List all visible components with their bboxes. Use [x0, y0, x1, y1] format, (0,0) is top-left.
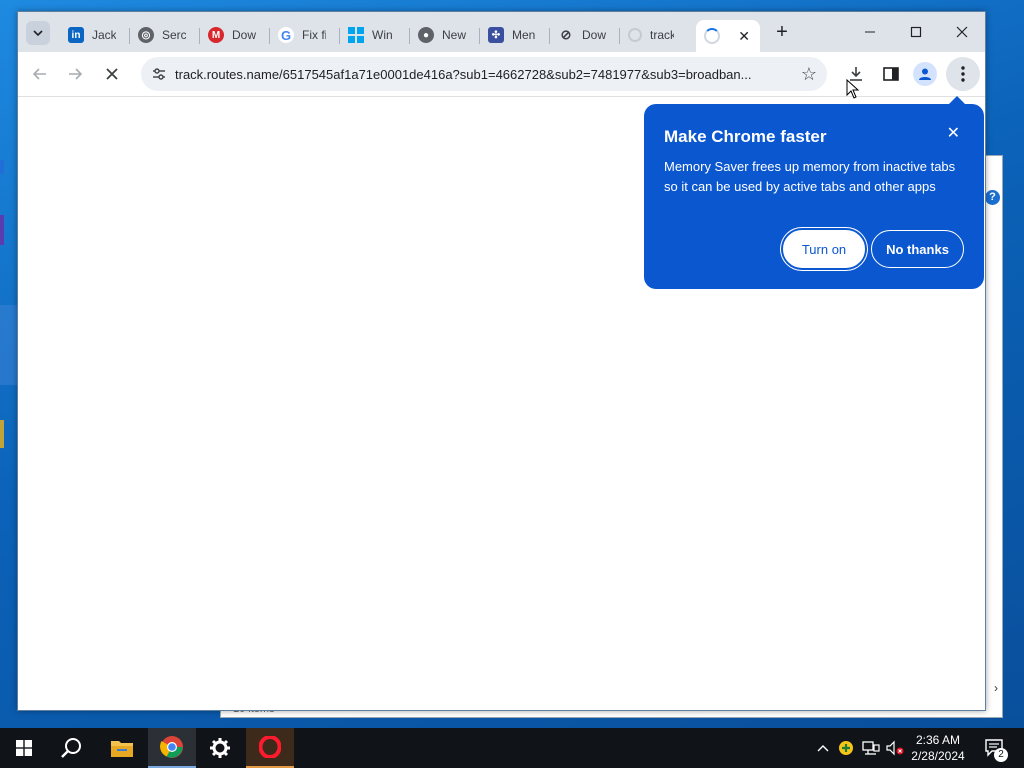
tab-title: Jack: [92, 28, 116, 42]
bubble-title: Make Chrome faster: [664, 127, 827, 146]
notification-count-badge: 2: [994, 748, 1008, 762]
bubble-body-text: Memory Saver frees up memory from inacti…: [664, 159, 956, 194]
chrome-icon: [160, 736, 183, 758]
maximize-button[interactable]: [893, 12, 939, 52]
forward-button[interactable]: [61, 60, 89, 88]
tab-strip: in Jack ◎ Serc M Dow G Fix fi Win ● New …: [18, 12, 985, 52]
back-button[interactable]: [26, 60, 54, 88]
tab-serc[interactable]: ◎ Serc: [130, 20, 200, 50]
address-bar[interactable]: track.routes.name/6517545af1a71e0001de41…: [141, 57, 827, 91]
desktop-icon-edge[interactable]: [0, 215, 4, 245]
turn-on-button[interactable]: Turn on: [783, 230, 865, 268]
maximize-icon: [910, 26, 922, 38]
scrollbar[interactable]: [984, 216, 1002, 686]
bookmark-star-icon[interactable]: ☆: [801, 64, 817, 85]
person-icon: [919, 68, 931, 80]
memory-saver-bubble: Make Chrome faster ✕ Memory Saver frees …: [644, 104, 984, 289]
globe-icon: ◎: [138, 27, 154, 43]
tab-title: Men: [512, 28, 536, 42]
menu-app-icon: ✣: [488, 27, 504, 43]
desktop-icon-edge[interactable]: [0, 305, 18, 385]
close-icon[interactable]: ✕: [947, 126, 960, 142]
gear-icon: [210, 738, 230, 758]
chevron-up-icon: [817, 745, 829, 752]
windows-start-icon: [16, 740, 32, 756]
stop-icon: [106, 68, 118, 80]
toolbar: track.routes.name/6517545af1a71e0001de41…: [18, 52, 985, 97]
desktop-icon-edge[interactable]: [0, 420, 4, 448]
windows-icon: [348, 27, 364, 43]
volume-tray-button[interactable]: [884, 728, 906, 768]
chevron-down-icon: [33, 30, 43, 37]
start-button[interactable]: [0, 728, 48, 768]
linkedin-icon: in: [68, 27, 84, 43]
shield-plus-icon: [839, 741, 853, 755]
clock-time: 2:36 AM: [915, 733, 961, 747]
spinner-icon: [704, 28, 720, 44]
close-tab-icon[interactable]: ✕: [738, 28, 750, 45]
chrome-menu-button[interactable]: [946, 57, 980, 91]
folder-icon: [111, 741, 133, 757]
tab-active-loading[interactable]: ✕: [696, 20, 760, 52]
tab-google[interactable]: G Fix fi: [270, 20, 340, 50]
tab-title: New: [442, 28, 466, 42]
stop-loading-button[interactable]: [98, 60, 126, 88]
tab-mega[interactable]: M Dow: [200, 20, 270, 50]
tab-new[interactable]: ● New: [410, 20, 480, 50]
tab-title: Dow: [582, 28, 606, 42]
tab-title: Fix fi: [302, 28, 326, 42]
chevron-right-icon[interactable]: ›: [994, 681, 998, 695]
opera-taskbar-button[interactable]: [246, 728, 294, 768]
tab-men[interactable]: ✣ Men: [480, 20, 550, 50]
tab-title: Dow: [232, 28, 256, 42]
download-site-icon: ⊘: [560, 27, 572, 42]
mouse-cursor-icon: [846, 79, 860, 99]
tab-windows[interactable]: Win: [340, 20, 410, 50]
search-icon: [61, 738, 81, 758]
opera-icon: [259, 736, 281, 758]
close-icon: [956, 26, 968, 38]
notification-center-button[interactable]: 2: [980, 728, 1010, 768]
tab-title: track: [650, 28, 674, 42]
side-panel-button[interactable]: [877, 60, 905, 88]
close-window-button[interactable]: [939, 12, 985, 52]
tab-title: Win: [372, 28, 393, 42]
security-tray-button[interactable]: [836, 728, 856, 768]
back-arrow-icon: [32, 68, 46, 80]
minimize-button[interactable]: [847, 12, 893, 52]
site-settings-icon[interactable]: [151, 66, 167, 82]
profile-button[interactable]: [913, 62, 937, 86]
clock-date: 2/28/2024: [911, 749, 965, 763]
new-tab-button[interactable]: +: [770, 21, 794, 45]
network-icon: [862, 741, 880, 755]
side-panel-icon: [883, 67, 899, 81]
chrome-icon: ●: [418, 27, 434, 43]
network-tray-button[interactable]: [860, 728, 882, 768]
mega-icon: M: [208, 27, 224, 43]
more-vert-icon: [961, 66, 965, 82]
tab-search-button[interactable]: [26, 21, 50, 45]
tab-download[interactable]: ⊘ Dow: [550, 20, 620, 50]
loading-icon: [628, 28, 642, 42]
taskbar-clock[interactable]: 2:36 AM 2/28/2024: [906, 732, 970, 764]
minimize-icon: [865, 31, 875, 33]
google-icon: G: [278, 27, 294, 43]
help-icon[interactable]: ?: [985, 190, 1000, 205]
tab-title: Serc: [162, 28, 186, 42]
show-hidden-icons-button[interactable]: [814, 728, 832, 768]
search-button[interactable]: [48, 728, 96, 768]
taskbar: 2:36 AM 2/28/2024 2: [0, 728, 1024, 768]
settings-taskbar-button[interactable]: [196, 728, 244, 768]
tab-track[interactable]: track: [620, 20, 690, 50]
desktop-icon-edge[interactable]: [0, 160, 4, 174]
forward-arrow-icon: [69, 68, 83, 80]
tab-linkedin[interactable]: in Jack: [60, 20, 130, 50]
url-text[interactable]: track.routes.name/6517545af1a71e0001de41…: [175, 67, 793, 82]
file-explorer-button[interactable]: [98, 728, 146, 768]
volume-muted-icon: [886, 740, 904, 756]
no-thanks-button[interactable]: No thanks: [871, 230, 964, 268]
chrome-taskbar-button[interactable]: [148, 728, 196, 768]
